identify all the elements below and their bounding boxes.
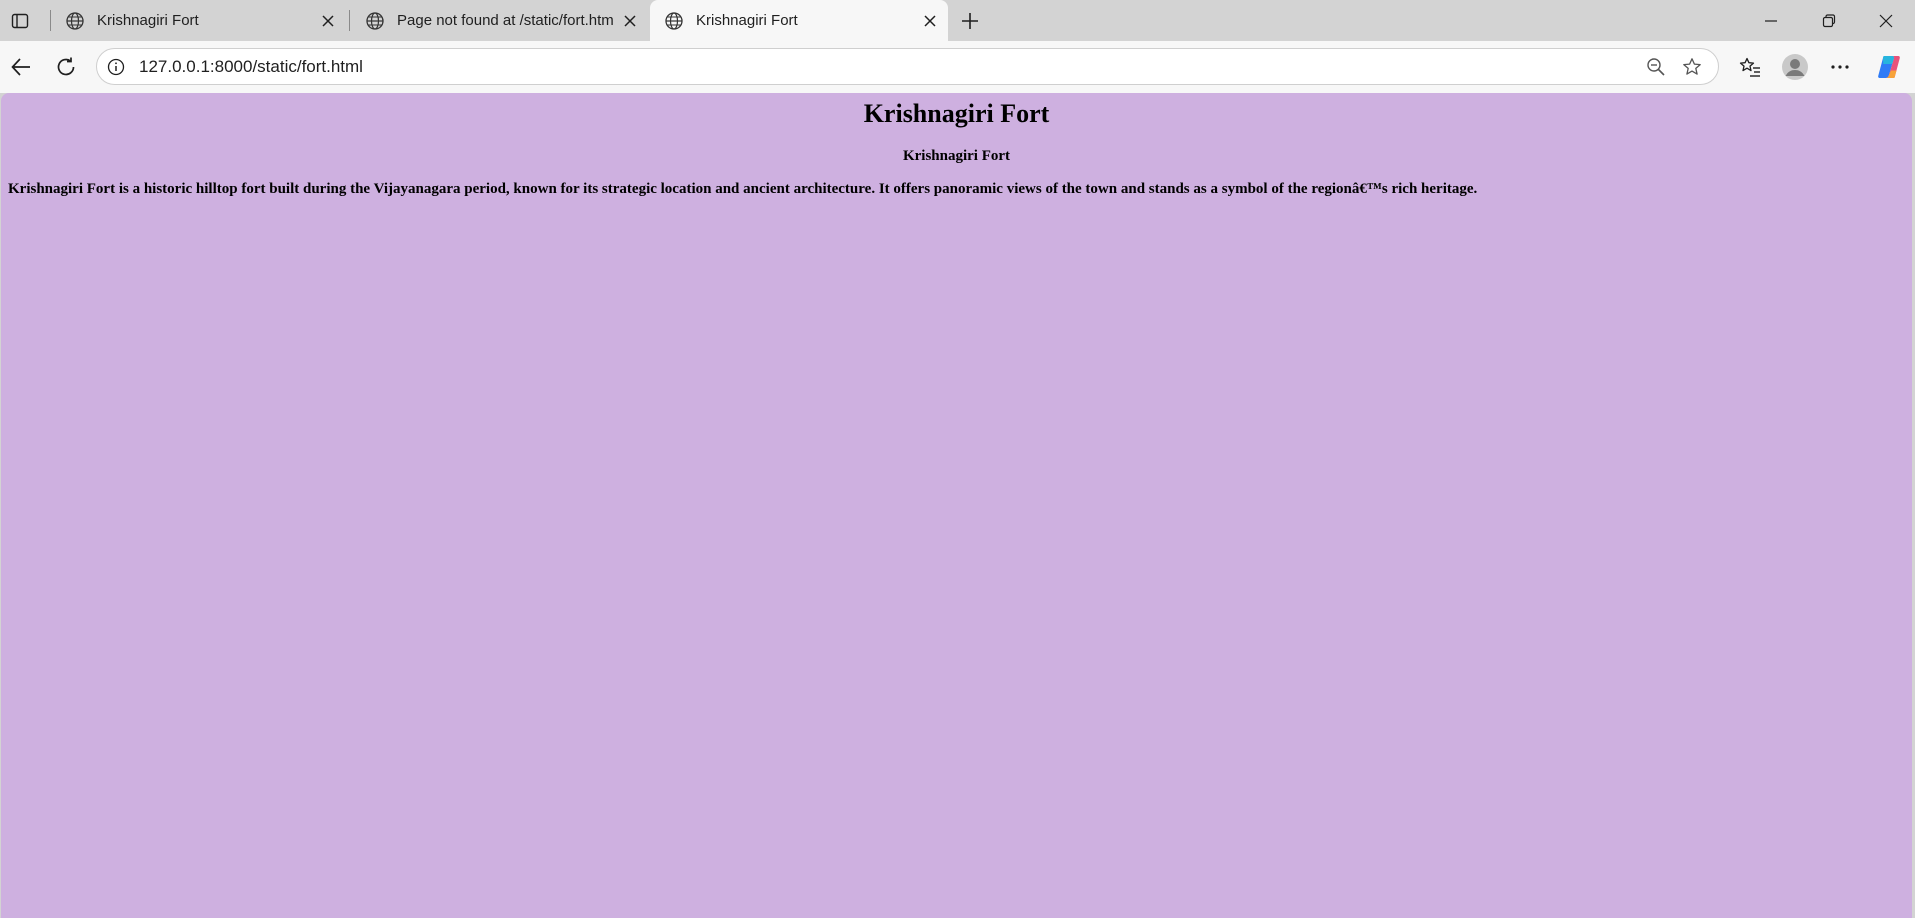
back-button[interactable] — [3, 51, 39, 83]
close-tab-icon[interactable] — [918, 9, 942, 33]
favorite-star-icon[interactable] — [1680, 55, 1704, 79]
zoom-out-icon[interactable] — [1644, 55, 1668, 79]
close-tab-icon[interactable] — [618, 9, 642, 33]
close-icon — [1879, 14, 1893, 27]
minimize-button[interactable] — [1742, 0, 1800, 41]
restore-icon — [1822, 13, 1836, 27]
tab-title: Page not found at /static/fort.htm — [397, 12, 614, 29]
address-bar[interactable]: 127.0.0.1:8000/static/fort.html — [96, 48, 1719, 85]
settings-more-button[interactable] — [1822, 51, 1858, 83]
tab-actions-icon — [11, 13, 29, 29]
profile-button[interactable] — [1777, 51, 1813, 83]
new-tab-button[interactable] — [956, 7, 984, 35]
tab-page-not-found[interactable]: Page not found at /static/fort.htm — [351, 0, 648, 41]
tab-krishnagiri-fort-active[interactable]: Krishnagiri Fort — [650, 0, 948, 41]
tab-separator — [349, 10, 350, 31]
plus-icon — [962, 13, 978, 29]
tab-actions-button[interactable] — [6, 9, 34, 33]
close-tab-icon[interactable] — [316, 9, 340, 33]
restore-button[interactable] — [1800, 0, 1858, 41]
page-description: Krishnagiri Fort is a historic hilltop f… — [8, 181, 1478, 197]
copilot-button[interactable] — [1871, 51, 1907, 83]
browser-window: Krishnagiri Fort Page not found at /stat… — [0, 0, 1915, 918]
avatar-icon — [1782, 54, 1808, 80]
copilot-icon — [1878, 56, 1900, 78]
minimize-icon — [1765, 19, 1777, 22]
back-arrow-icon — [11, 58, 30, 76]
close-window-button[interactable] — [1857, 0, 1915, 41]
tab-krishnagiri-fort-1[interactable]: Krishnagiri Fort — [51, 0, 346, 41]
favorites-button[interactable] — [1732, 51, 1768, 83]
globe-icon — [365, 11, 385, 31]
address-url[interactable]: 127.0.0.1:8000/static/fort.html — [139, 49, 363, 84]
globe-icon — [65, 11, 85, 31]
page-subtitle: Krishnagiri Fort — [902, 148, 1011, 164]
browser-toolbar: 127.0.0.1:8000/static/fort.html — [0, 41, 1915, 93]
tab-title: Krishnagiri Fort — [97, 12, 199, 29]
globe-icon — [664, 11, 684, 31]
more-dots-icon — [1831, 65, 1849, 69]
page-title: Krishnagiri Fort — [863, 99, 1050, 128]
site-info-icon[interactable] — [105, 56, 127, 78]
reload-icon — [57, 57, 75, 76]
reload-button[interactable] — [48, 51, 84, 83]
favorites-list-icon — [1739, 57, 1760, 77]
tab-strip: Krishnagiri Fort Page not found at /stat… — [0, 0, 1915, 41]
page-viewport: Krishnagiri Fort Krishnagiri Fort Krishn… — [1, 93, 1912, 918]
tab-title: Krishnagiri Fort — [696, 12, 798, 29]
